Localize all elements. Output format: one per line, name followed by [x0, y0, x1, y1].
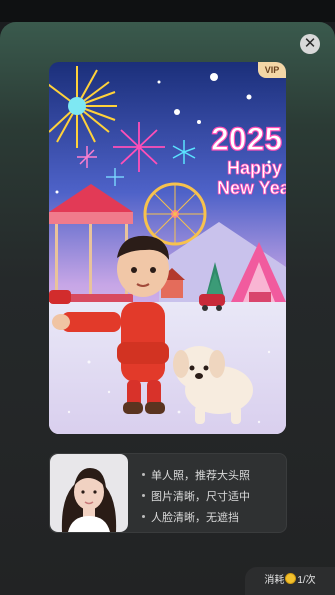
vip-badge: VIP [258, 62, 286, 78]
coin-icon [285, 573, 297, 584]
sample-portrait-image [50, 454, 128, 532]
cost-indicator: 消耗 1/次 [245, 567, 335, 595]
tip-text: 人脸清晰，无遮挡 [151, 511, 239, 524]
bullet-dot-icon [142, 473, 145, 476]
top-strip [0, 0, 335, 22]
cost-suffix: 1/次 [297, 575, 316, 586]
photo-tips-card: 单人照，推荐大头照 图片清晰，尺寸适中 人脸清晰，无遮挡 [49, 453, 287, 533]
preview-illustration: 2025 Happy New Year [49, 62, 286, 434]
close-button[interactable]: ✕ [300, 34, 320, 54]
overlay-greeting-text-2: New Year [217, 178, 286, 198]
tip-text: 图片清晰，尺寸适中 [151, 490, 250, 503]
overlay-year-text: 2025 [211, 121, 282, 157]
template-preview-image: 2025 Happy New Year [49, 62, 286, 434]
tip-item: 单人照，推荐大头照 [142, 464, 250, 485]
bullet-dot-icon [142, 494, 145, 497]
bullet-dot-icon [142, 515, 145, 518]
overlay-greeting-text-1: Happy [227, 158, 282, 178]
tips-list: 单人照，推荐大头照 图片清晰，尺寸适中 人脸清晰，无遮挡 [142, 464, 250, 527]
cost-prefix: 消耗 [264, 575, 285, 586]
tip-text: 单人照，推荐大头照 [151, 469, 250, 482]
tip-item: 图片清晰，尺寸适中 [142, 485, 250, 506]
close-icon: ✕ [303, 35, 317, 52]
tip-item: 人脸清晰，无遮挡 [142, 506, 250, 527]
